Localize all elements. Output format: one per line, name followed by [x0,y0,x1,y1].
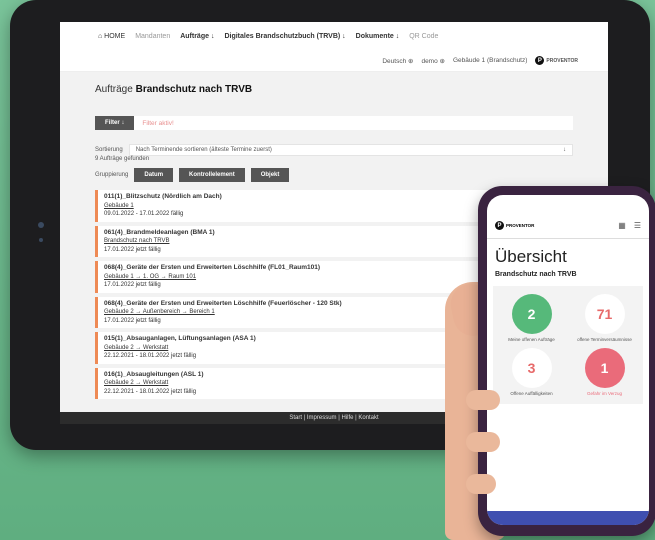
chevron-down-icon: ↓ [563,147,566,153]
filter-row: Filter ↓ Filter aktiv! [95,116,573,130]
group-button-kontrollelement[interactable]: Kontrollelement [179,168,245,182]
grid-icon[interactable]: ▦ [618,221,626,230]
tile-my-orders[interactable]: 2 Meine offenen Aufträge [495,294,568,342]
phone-title: Übersicht [495,247,567,266]
sort-select[interactable]: Nach Terminende sortieren (älteste Termi… [128,144,573,156]
tile-danger[interactable]: 1 Gefahr im Verzug [568,348,641,396]
sort-value: Nach Terminende sortieren (älteste Termi… [135,147,272,153]
nav-mandanten[interactable]: Mandanten [135,33,170,40]
finger-image [466,432,500,452]
dashboard-tiles: 2 Meine offenen Aufträge 71 offene Termi… [493,286,643,404]
logo-text: PROVENTOR [546,57,578,64]
nav-auftraege[interactable]: Aufträge ↓ [180,33,214,40]
language-selector[interactable]: Deutsch ⊕ [382,57,413,65]
tile-caption: Offene Auffälligkeiten [510,391,553,396]
phone-subtitle: Brandschutz nach TRVB [495,271,577,278]
sensor-icon [39,238,43,242]
menu-icon[interactable]: ☰ [634,221,641,230]
tile-caption: Gefahr im Verzug [586,391,622,396]
phone-logo-text: PROVENTOR [506,223,535,228]
tile-value: 71 [584,294,625,334]
tile-value: 2 [511,294,552,334]
page-title-prefix: Aufträge [95,84,133,95]
phone-logo: P PROVENTOR [495,221,534,230]
tile-caption: Meine offenen Aufträge [508,337,555,342]
brand-logo: P PROVENTOR [535,56,578,65]
nav-brandschutzbuch[interactable]: Digitales Brandschutzbuch (TRVB) ↓ [224,33,345,40]
user-menu[interactable]: demo ⊕ [421,57,445,65]
top-nav: ⌂ HOME Mandanten Aufträge ↓ Digitales Br… [60,22,608,50]
phone-header: P PROVENTOR ▦ ☰ [487,195,649,239]
tile-value: 1 [584,348,625,388]
phone-device: P PROVENTOR ▦ ☰ Übersicht Brandschutz na… [478,186,655,536]
phone-screen: P PROVENTOR ▦ ☰ Übersicht Brandschutz na… [487,195,649,525]
group-row: Gruppierung Datum Kontrollelement Objekt [95,168,573,182]
tile-value: 3 [511,348,552,388]
filter-active-label: Filter aktiv! [142,119,174,127]
finger-image [466,390,500,410]
logo-icon: P [495,221,504,230]
tile-open-issues[interactable]: 3 Offene Auffälligkeiten [495,348,568,396]
sub-bar: Deutsch ⊕ demo ⊕ Gebäude 1 (Brandschutz)… [60,50,608,72]
phone-bottom-bar [487,511,649,525]
tile-caption: offene Terminversäumnisse [577,337,632,342]
tile-missed-appointments[interactable]: 71 offene Terminversäumnisse [568,294,641,342]
result-count: 9 Aufträge gefunden [95,156,150,162]
nav-dokumente[interactable]: Dokumente ↓ [356,33,400,40]
filter-button[interactable]: Filter ↓ [95,116,135,130]
page-title-bold: Brandschutz nach TRVB [135,84,253,95]
logo-icon: P [535,56,545,65]
phone-header-icons: ▦ ☰ [618,221,641,230]
sort-label: Sortierung [95,147,123,153]
nav-qr-code[interactable]: QR Code [409,33,438,40]
finger-image [466,474,496,494]
sort-row: Sortierung Nach Terminende sortieren (äl… [95,144,573,156]
group-button-objekt[interactable]: Objekt [250,168,290,182]
group-label: Gruppierung [95,172,129,178]
building-selector[interactable]: Gebäude 1 (Brandschutz) [453,57,527,64]
page-title: Aufträge Brandschutz nach TRVB [95,84,573,98]
camera-icon [38,222,44,228]
nav-home[interactable]: ⌂ HOME [98,33,125,40]
group-button-datum[interactable]: Datum [134,168,174,182]
